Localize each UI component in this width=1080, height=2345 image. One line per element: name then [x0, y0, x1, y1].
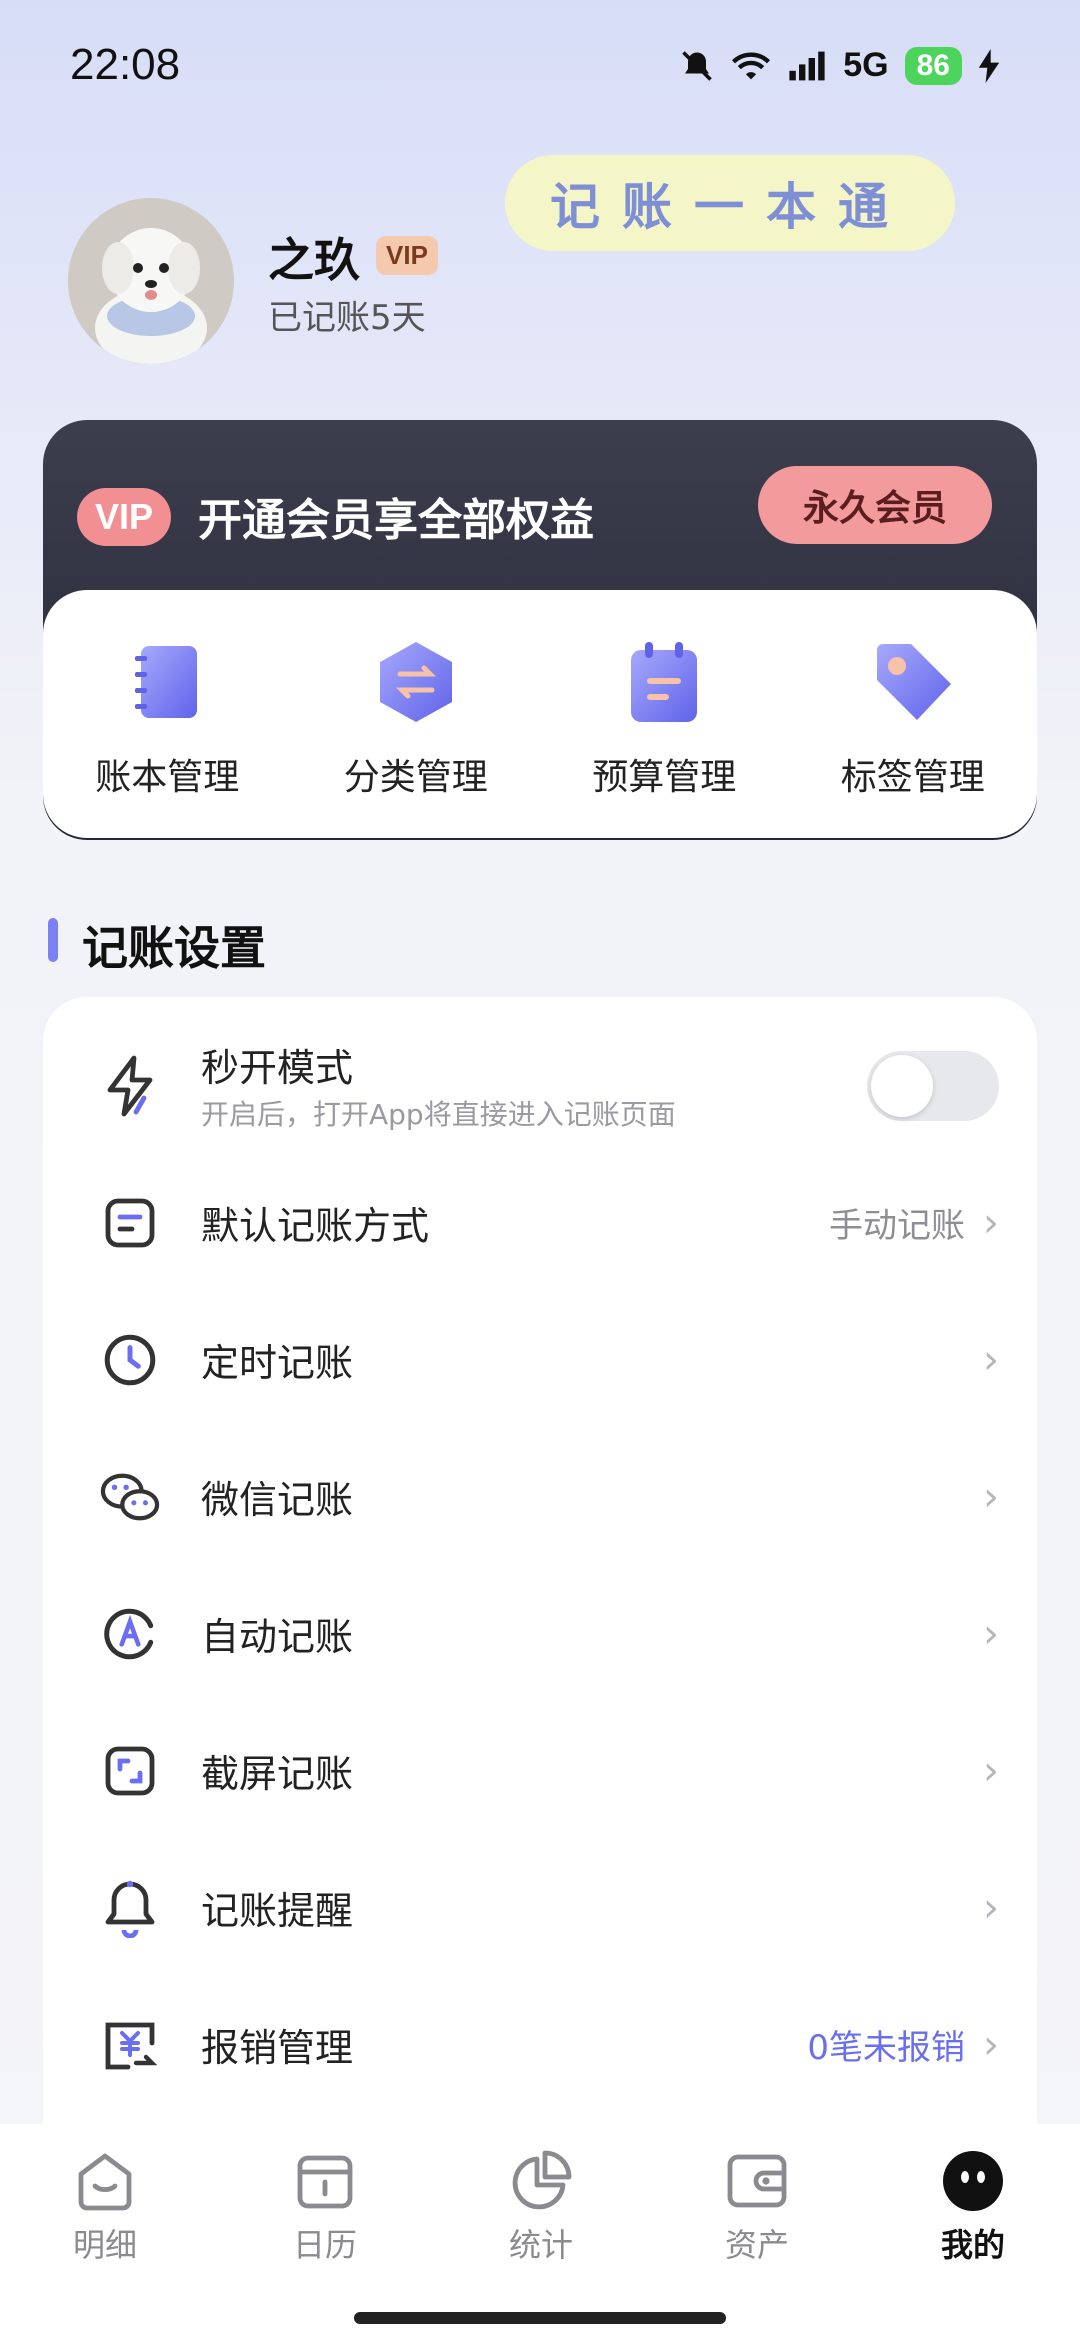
setting-title: 记账提醒 — [201, 1889, 354, 1933]
quick-label: 标签管理 — [840, 757, 985, 798]
status-time: 22:08 — [70, 40, 181, 89]
setting-value: 0笔未报销 — [807, 2028, 965, 2068]
setting-title: 微信记账 — [201, 1478, 354, 1522]
tab-statistics[interactable]: 统计 — [466, 2148, 616, 2266]
tab-label: 我的 — [940, 2226, 1005, 2264]
avatar[interactable] — [68, 198, 234, 364]
toggle-knob — [871, 1054, 933, 1117]
quick-category-management[interactable]: 分类管理 — [292, 590, 541, 838]
pie-chart-icon — [508, 2148, 574, 2214]
profile-face-icon — [940, 2148, 1006, 2214]
section-title: 记账设置 — [82, 921, 266, 975]
setting-value: 手动记账 — [829, 1206, 965, 1246]
tab-label: 日历 — [292, 2226, 357, 2264]
quick-label: 分类管理 — [343, 757, 488, 798]
details-icon — [72, 2148, 138, 2214]
vip-pill: VIP — [77, 488, 172, 546]
vip-badge: VIP — [376, 236, 438, 275]
setting-subtitle: 开启后，打开App将直接进入记账页面 — [201, 1098, 676, 1131]
setting-title: 定时记账 — [201, 1341, 354, 1385]
days-recorded: 已记账5天 — [268, 298, 426, 338]
tab-assets[interactable]: 资产 — [682, 2148, 832, 2266]
reimburse-icon — [98, 2013, 162, 2077]
chevron-right-icon: › — [983, 1747, 999, 1794]
section-accent-bar — [48, 918, 58, 962]
charging-bolt-icon — [978, 48, 1000, 83]
setting-title: 自动记账 — [201, 1615, 354, 1659]
category-swap-icon — [374, 640, 458, 724]
wallet-icon — [724, 2148, 790, 2214]
chevron-right-icon: › — [983, 1336, 999, 1383]
wifi-icon — [732, 52, 771, 79]
battery-level: 86 — [904, 46, 962, 85]
chevron-right-icon: › — [983, 1473, 999, 1520]
setting-reminder[interactable]: 记账提醒 › — [43, 1839, 1037, 1976]
setting-title: 秒开模式 — [201, 1046, 354, 1090]
quick-actions-panel: 账本管理 分类管理 预算管理 标签管理 — [43, 590, 1037, 838]
chevron-right-icon: › — [983, 1884, 999, 1931]
vip-promo-text: 开通会员享全部权益 — [198, 495, 594, 546]
mute-bell-icon — [682, 50, 713, 81]
wechat-icon — [98, 1465, 162, 1529]
setting-default-method[interactable]: 默认记账方式 手动记账 › — [43, 1154, 1037, 1291]
clock-icon — [98, 1328, 162, 1392]
setting-quick-open[interactable]: 秒开模式 开启后，打开App将直接进入记账页面 — [43, 1017, 1037, 1154]
budget-notepad-icon — [622, 640, 706, 724]
calendar-icon — [292, 2148, 358, 2214]
setting-scheduled[interactable]: 定时记账 › — [43, 1291, 1037, 1428]
screenshot-icon — [98, 1739, 162, 1803]
chevron-right-icon: › — [983, 1199, 999, 1246]
slogan-sticker: 记账一本通 — [505, 155, 955, 251]
status-icons: 5G 86 — [679, 46, 1000, 85]
tab-label: 资产 — [724, 2226, 789, 2264]
document-icon — [98, 1191, 162, 1255]
bell-icon — [98, 1876, 162, 1940]
quick-open-toggle[interactable] — [867, 1050, 999, 1121]
tab-label: 明细 — [72, 2226, 137, 2264]
settings-list: 秒开模式 开启后，打开App将直接进入记账页面 默认记账方式 手动记账 › 定时… — [43, 997, 1037, 2167]
setting-screenshot[interactable]: 截屏记账 › — [43, 1702, 1037, 1839]
tag-icon — [871, 640, 955, 724]
setting-reimbursement[interactable]: 报销管理 0笔未报销 › — [43, 1976, 1037, 2113]
tab-profile[interactable]: 我的 — [898, 2148, 1048, 2266]
quick-budget-management[interactable]: 预算管理 — [540, 590, 789, 838]
setting-title: 截屏记账 — [201, 1752, 354, 1796]
network-type: 5G — [843, 46, 889, 84]
quick-ledger-management[interactable]: 账本管理 — [43, 590, 292, 838]
tab-details[interactable]: 明细 — [30, 2148, 180, 2266]
tab-label: 统计 — [508, 2226, 573, 2264]
tab-calendar[interactable]: 日历 — [250, 2148, 400, 2266]
username: 之玖 — [268, 233, 360, 287]
ledger-book-icon — [125, 640, 209, 724]
lightning-icon — [98, 1054, 162, 1118]
chevron-right-icon: › — [983, 1610, 999, 1657]
cellular-signal-icon — [789, 51, 825, 80]
forever-member-button[interactable]: 永久会员 — [758, 466, 992, 544]
quick-label: 账本管理 — [95, 757, 240, 798]
setting-title: 报销管理 — [201, 2026, 354, 2070]
setting-wechat[interactable]: 微信记账 › — [43, 1428, 1037, 1565]
setting-auto[interactable]: 自动记账 › — [43, 1565, 1037, 1702]
auto-a-icon — [98, 1602, 162, 1666]
home-indicator[interactable] — [354, 2312, 726, 2324]
chevron-right-icon: › — [983, 2021, 999, 2068]
quick-label: 预算管理 — [592, 757, 737, 798]
setting-title: 默认记账方式 — [201, 1204, 430, 1248]
quick-tag-management[interactable]: 标签管理 — [789, 590, 1038, 838]
